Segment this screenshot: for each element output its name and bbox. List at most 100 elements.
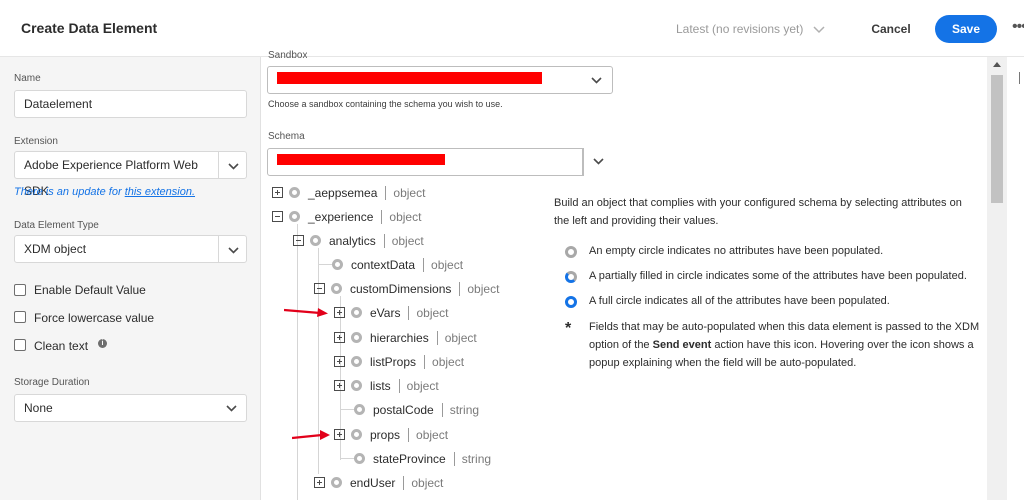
node-name: contextData	[351, 257, 416, 272]
empty-circle-icon	[354, 404, 365, 416]
revisions-label: Latest (no revisions yet)	[676, 22, 804, 36]
asterisk-icon: *	[565, 320, 572, 337]
tree-node-hierarchies[interactable]: hierarchies object	[334, 329, 477, 349]
scroll-up-icon[interactable]	[993, 62, 1001, 67]
storage-duration-value: None	[24, 401, 53, 415]
tree-node-analytics[interactable]: analytics object	[293, 232, 424, 252]
send-event-text: Send event	[652, 339, 712, 351]
sandbox-select[interactable]	[267, 66, 613, 94]
empty-circle-icon	[351, 429, 362, 441]
expand-icon[interactable]	[272, 187, 283, 199]
page-title: Create Data Element	[21, 20, 158, 36]
chevron-down-icon	[226, 405, 237, 412]
scrollbar[interactable]	[987, 57, 1007, 500]
more-options-icon[interactable]: •••	[1012, 18, 1024, 36]
tree-node-postalcode[interactable]: postalCode string	[354, 401, 479, 421]
enable-default-value-checkbox[interactable]	[14, 284, 26, 296]
expand-icon[interactable]	[314, 477, 325, 489]
empty-circle-icon	[565, 246, 577, 258]
schema-help-intro: Build an object that complies with your …	[554, 197, 962, 227]
tree-node-experience[interactable]: _experience object	[272, 208, 421, 228]
tree-node-stateprovince[interactable]: stateProvince string	[354, 450, 491, 470]
chevron-down-icon	[813, 26, 825, 33]
node-name: lists	[370, 378, 391, 393]
schema-select[interactable]	[267, 148, 583, 176]
expand-icon[interactable]	[334, 356, 345, 368]
storage-duration-select[interactable]: None	[14, 394, 247, 422]
expand-icon[interactable]	[334, 307, 345, 319]
update-notice-text: There is an update for	[14, 186, 125, 198]
sandbox-help-text: Choose a sandbox containing the schema y…	[268, 99, 503, 109]
extension-label: Extension	[14, 136, 58, 147]
header-bar: Create Data Element Latest (no revisions…	[0, 0, 1024, 57]
force-lowercase-label: Force lowercase value	[34, 311, 155, 325]
cancel-button[interactable]: Cancel	[858, 16, 924, 42]
node-type: object	[406, 378, 439, 393]
save-button[interactable]: Save	[935, 15, 997, 43]
data-element-type-select[interactable]: XDM object	[14, 235, 219, 263]
extension-dropdown-button[interactable]	[218, 151, 247, 179]
node-type: object	[391, 233, 424, 248]
node-type: object	[432, 354, 465, 369]
settings-sidebar: Name Dataelement Extension Adobe Experie…	[0, 57, 261, 500]
node-type: object	[416, 305, 449, 320]
update-extension-link[interactable]: this extension.	[125, 186, 195, 198]
node-type: object	[416, 427, 449, 442]
panel-edge-divider	[1019, 72, 1020, 84]
empty-circle-icon	[331, 477, 342, 489]
tree-guide-line	[340, 409, 354, 410]
tree-node-listprops[interactable]: listProps object	[334, 353, 464, 373]
empty-circle-icon	[351, 332, 362, 344]
info-icon[interactable]: i	[98, 339, 107, 348]
node-type: string	[461, 451, 492, 466]
type-dropdown-button[interactable]	[218, 235, 247, 263]
schema-dropdown-button[interactable]	[583, 148, 613, 176]
scrollbar-thumb[interactable]	[991, 75, 1003, 203]
revisions-dropdown[interactable]: Latest (no revisions yet)	[676, 22, 825, 36]
force-lowercase-checkbox[interactable]	[14, 311, 26, 323]
collapse-icon[interactable]	[272, 211, 283, 223]
node-type: object	[393, 185, 426, 200]
name-label: Name	[14, 73, 41, 84]
annotation-arrow-icon	[284, 308, 328, 317]
expand-icon[interactable]	[334, 429, 345, 441]
empty-circle-icon	[289, 211, 300, 223]
tree-node-evars[interactable]: eVars object	[334, 304, 449, 324]
empty-circle-icon	[332, 259, 343, 271]
node-type: object	[389, 209, 422, 224]
node-type: object	[444, 330, 477, 345]
node-name: endUser	[350, 475, 396, 490]
extension-select[interactable]: Adobe Experience Platform Web SDK	[14, 151, 219, 198]
clean-text-label: Clean text	[34, 339, 89, 353]
legend-star-text: Fields that may be auto-populated when t…	[589, 318, 985, 372]
tree-node-aeppsemea[interactable]: _aeppsemea object	[272, 184, 425, 204]
redaction-mark	[277, 72, 542, 84]
node-name: _experience	[308, 209, 374, 224]
empty-circle-icon	[351, 380, 362, 392]
tree-node-customdimensions[interactable]: customDimensions object	[314, 280, 499, 300]
tree-node-lists[interactable]: lists object	[334, 377, 439, 397]
partial-circle-icon	[565, 271, 577, 283]
tree-node-enduser[interactable]: endUser object	[314, 474, 443, 494]
empty-circle-icon	[354, 453, 365, 465]
legend-full-text: A full circle indicates all of the attri…	[589, 295, 890, 307]
tree-guide-line	[340, 458, 354, 459]
expand-icon[interactable]	[334, 332, 345, 344]
name-input[interactable]: Dataelement	[14, 90, 247, 118]
collapse-icon[interactable]	[293, 235, 304, 247]
expand-icon[interactable]	[334, 380, 345, 392]
data-element-type-label: Data Element Type	[14, 220, 99, 231]
chevron-down-icon	[228, 163, 239, 170]
node-name: eVars	[370, 305, 401, 320]
collapse-icon[interactable]	[314, 283, 325, 295]
tree-node-props[interactable]: props object	[334, 426, 448, 446]
empty-circle-icon	[310, 235, 321, 247]
redaction-mark	[277, 154, 445, 165]
legend-partial-text: A partially filled in circle indicates s…	[589, 270, 967, 282]
tree-node-contextdata[interactable]: contextData object	[332, 256, 463, 276]
clean-text-checkbox[interactable]	[14, 339, 26, 351]
full-circle-icon	[565, 296, 577, 308]
node-name: props	[370, 427, 401, 442]
node-name: analytics	[329, 233, 376, 248]
node-name: postalCode	[373, 402, 434, 417]
